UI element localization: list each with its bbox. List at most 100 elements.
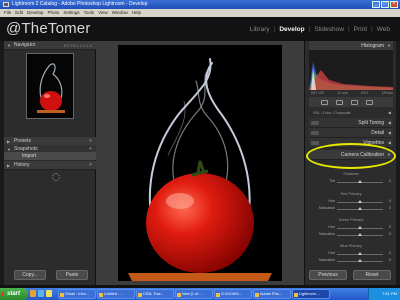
module-picker: Library | Develop | Slideshow | Print | … [250, 26, 390, 33]
detail-header[interactable]: Detail ◀ [309, 128, 393, 138]
start-label: start [7, 291, 21, 297]
slider-track[interactable] [337, 200, 383, 203]
slider-knob[interactable] [358, 180, 362, 183]
taskbar-item[interactable]: Untitled - ... [97, 289, 135, 299]
start-button[interactable]: start [0, 288, 28, 300]
green-hue-slider[interactable]: Hue 0 [313, 225, 391, 231]
menu-bar: File Edit Develop Photo Settings Tools V… [0, 9, 400, 17]
history-header[interactable]: ▶ History × [4, 161, 96, 170]
menu-window[interactable]: Window [112, 9, 128, 17]
module-slideshow[interactable]: Slideshow [314, 26, 344, 33]
menu-settings[interactable]: Settings [63, 9, 79, 17]
expand-triangle-icon: ◀ [387, 110, 391, 115]
module-web[interactable]: Web [377, 26, 390, 33]
reset-button[interactable]: Reset [353, 270, 391, 280]
tomato-thumbnail-image [27, 54, 73, 118]
slider-track[interactable] [337, 207, 383, 210]
maximize-button[interactable]: □ [381, 1, 389, 8]
browser-quicklaunch-icon[interactable] [30, 290, 36, 297]
paste-button[interactable]: Paste [56, 270, 88, 280]
copy-button[interactable]: Copy... [14, 270, 46, 280]
graduated-filter-tool-icon[interactable] [366, 99, 373, 105]
taskbar-item[interactable]: CS3L Trac... [136, 289, 174, 299]
slider-value: 0 [389, 179, 391, 183]
photo-preview[interactable] [118, 45, 282, 281]
menu-photo[interactable]: Photo [48, 9, 60, 17]
aperture-readout: f/4.0 [361, 91, 369, 95]
taskbar-item-active[interactable]: Lightroom ... [292, 289, 330, 299]
menu-file[interactable]: File [4, 9, 11, 17]
histogram-readout: ISO 100 11 mm f/4.0 1/8 sec [311, 91, 393, 95]
histogram-graph[interactable] [309, 50, 393, 90]
hsl-color-grayscale-header[interactable]: HSL / Color / Grayscale ◀ [309, 109, 393, 117]
module-develop[interactable]: Develop [279, 26, 304, 33]
navigator-zoom-options[interactable]: FIT FILL 1:1 1:4 [64, 41, 92, 50]
spot-removal-tool-icon[interactable] [336, 99, 343, 105]
slider-track[interactable] [337, 226, 383, 229]
slider-track[interactable] [337, 233, 383, 236]
module-separator: | [308, 26, 311, 33]
slider-track[interactable] [337, 252, 383, 255]
red-eye-tool-icon[interactable] [351, 99, 358, 105]
quick-launch [30, 290, 52, 297]
shadows-tint-slider[interactable]: Tint 0 [313, 179, 391, 185]
system-tray: 7:41 PM [368, 288, 400, 300]
module-print[interactable]: Print [354, 26, 367, 33]
taskbar-item[interactable]: Adobe Pho... [253, 289, 291, 299]
panel-switch-icon[interactable] [311, 131, 319, 135]
slider-knob[interactable] [358, 226, 362, 229]
clock[interactable]: 7:41 PM [382, 291, 397, 296]
window-icon [216, 293, 220, 297]
slider-label: Tint [329, 179, 335, 183]
snapshot-item[interactable]: Import [4, 152, 96, 160]
menu-view[interactable]: View [98, 9, 108, 17]
module-library[interactable]: Library [250, 26, 270, 33]
previous-button[interactable]: Previous [309, 270, 347, 280]
slider-knob[interactable] [358, 259, 362, 262]
close-button[interactable]: × [390, 1, 398, 8]
module-separator: | [347, 26, 350, 33]
panel-switch-icon[interactable] [311, 141, 319, 145]
slider-label: Saturation [318, 206, 335, 210]
slider-value: 0 [389, 199, 391, 203]
module-separator: | [273, 26, 276, 33]
slider-knob[interactable] [358, 252, 362, 255]
red-hue-slider[interactable]: Hue 0 [313, 199, 391, 205]
green-saturation-slider[interactable]: Saturation 0 [313, 232, 391, 238]
slider-value: 0 [389, 225, 391, 229]
menu-edit[interactable]: Edit [15, 9, 23, 17]
slider-track[interactable] [337, 180, 383, 183]
taskbar-item-label: Adobe Pho... [260, 292, 282, 296]
taskbar-item[interactable]: New (1 of ... [175, 289, 213, 299]
annotation-highlight-ellipse [306, 143, 396, 169]
folder-quicklaunch-icon[interactable] [46, 290, 52, 297]
menu-tools[interactable]: Tools [84, 9, 95, 17]
window-icon [255, 293, 259, 297]
window-icon [99, 293, 103, 297]
split-toning-header[interactable]: Split Toning ◀ [309, 118, 393, 128]
slider-track[interactable] [337, 259, 383, 262]
left-panel: ▼ Navigator FIT FILL 1:1 1:4 ▶ Presets +… [4, 41, 96, 285]
taskbar-item[interactable]: Gmail - Inbo... [58, 289, 96, 299]
navigator-label: Navigator [14, 42, 36, 48]
slider-knob[interactable] [358, 200, 362, 203]
menu-develop[interactable]: Develop [27, 9, 44, 17]
menu-help[interactable]: Help [132, 9, 141, 17]
desktop-quicklaunch-icon[interactable] [38, 290, 44, 297]
navigator-thumbnail[interactable] [26, 53, 74, 119]
red-saturation-slider[interactable]: Saturation 0 [313, 206, 391, 212]
green-primary-group-label: Green Primary [338, 218, 364, 222]
panel-switch-icon[interactable] [311, 121, 319, 125]
minimize-button[interactable]: _ [372, 1, 380, 8]
crop-tool-icon[interactable] [321, 99, 328, 105]
slider-knob[interactable] [358, 233, 362, 236]
blue-saturation-slider[interactable]: Saturation 0 [313, 258, 391, 264]
navigator-header[interactable]: ▼ Navigator FIT FILL 1:1 1:4 [4, 41, 96, 50]
taskbar-item[interactable]: G:\DCIM\1... [214, 289, 252, 299]
slider-value: 0 [389, 258, 391, 262]
slider-knob[interactable] [358, 207, 362, 210]
blue-hue-slider[interactable]: Hue 0 [313, 251, 391, 257]
clear-history-icon[interactable]: × [89, 161, 92, 170]
slider-value: 0 [389, 232, 391, 236]
identity-plate: @TheTomer [6, 20, 91, 37]
